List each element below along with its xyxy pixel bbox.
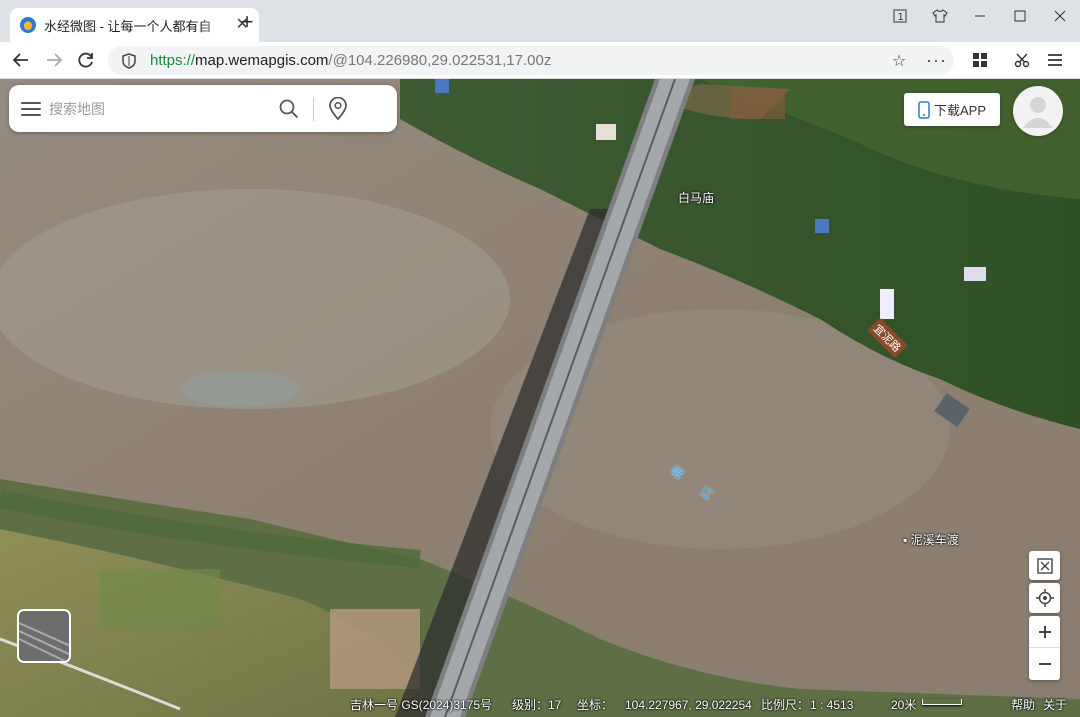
download-app-label: 下载APP — [933, 103, 986, 118]
shirt-skin-icon[interactable] — [925, 5, 955, 27]
new-tab-button[interactable]: + — [237, 11, 257, 33]
coord-label: 坐标： — [577, 698, 614, 712]
avatar[interactable] — [1013, 86, 1063, 136]
browser-tab[interactable]: 水经微图 - 让每一个人都有自 ✕ — [10, 8, 259, 42]
browser-tab-strip: 水经微图 - 让每一个人都有自 ✕ + 1 — [0, 0, 1080, 42]
ferry-label-text: 泥溪车渡 — [910, 533, 959, 547]
basemap-switcher-thumbnail[interactable] — [17, 609, 71, 663]
tab-count-icon[interactable]: 1 — [885, 5, 915, 27]
maximize-icon[interactable] — [1005, 5, 1035, 27]
scale-value: 1 : 4513 — [810, 697, 854, 712]
map-status-bar: 吉林一号 GS(2024)3175号 级别： 17 坐标： 104.227967… — [0, 692, 1080, 717]
poi-label-ferry[interactable]: ▪ 泥溪车渡 — [903, 531, 959, 548]
close-window-icon[interactable] — [1045, 5, 1075, 27]
scale-label: 比例尺： — [761, 698, 810, 712]
help-link[interactable]: 帮助 — [1011, 696, 1035, 713]
fullscreen-toggle-icon[interactable] — [1029, 551, 1060, 580]
scissors-icon[interactable] — [1010, 49, 1034, 71]
map-canvas[interactable]: 下载APP 白马庙 宜泥路 岷 江 ▪ 泥溪车渡 吉林一号 GS(2024)31… — [0, 79, 1080, 717]
tab-title: 水经微图 - 让每一个人都有自 — [44, 18, 212, 34]
url-text: https://map.wemapgis.com/@104.226980,29.… — [150, 52, 552, 69]
url-field[interactable]: https://map.wemapgis.com/@104.226980,29.… — [108, 46, 954, 75]
download-app-button[interactable]: 下载APP — [904, 93, 1000, 126]
address-bar-row: https://map.wemapgis.com/@104.226980,29.… — [0, 42, 1080, 79]
poi-label-baima-temple[interactable]: 白马庙 — [678, 189, 714, 206]
plus-icon[interactable] — [1029, 616, 1060, 648]
satellite-imagery — [0, 79, 1080, 717]
about-link[interactable]: 关于 — [1043, 696, 1067, 713]
scale-bar — [922, 699, 962, 705]
location-pin-icon[interactable] — [328, 96, 348, 121]
shield-icon[interactable] — [122, 52, 136, 69]
more-dots-icon[interactable]: ··· — [926, 46, 947, 75]
phone-icon — [918, 100, 930, 119]
hamburger-menu-icon[interactable] — [1043, 49, 1067, 71]
menu-icon[interactable] — [21, 101, 41, 116]
wemapgis-logo-icon — [20, 17, 36, 33]
level-value: 17 — [548, 697, 562, 712]
copyright-text: 吉林一号 GS(2024)3175号 — [350, 698, 493, 712]
locate-icon[interactable] — [1029, 583, 1060, 613]
minus-icon[interactable] — [1029, 648, 1060, 680]
divider — [313, 96, 314, 121]
scale-bar-label: 20米 — [891, 698, 917, 712]
forward-arrow-icon[interactable] — [42, 49, 66, 71]
zoom-control — [1029, 616, 1060, 680]
bookmark-star-icon[interactable]: ☆ — [892, 46, 906, 75]
level-label: 级别： — [512, 698, 549, 712]
map-search-box — [9, 85, 397, 132]
coord-value: 104.227967, 29.022254 — [625, 697, 752, 712]
reload-icon[interactable] — [74, 49, 98, 71]
minimize-icon[interactable] — [965, 5, 995, 27]
svg-text:1: 1 — [898, 12, 904, 23]
back-arrow-icon[interactable] — [9, 49, 33, 71]
extensions-grid-icon[interactable] — [968, 49, 992, 71]
search-input[interactable] — [49, 100, 279, 117]
search-icon[interactable] — [279, 99, 299, 119]
